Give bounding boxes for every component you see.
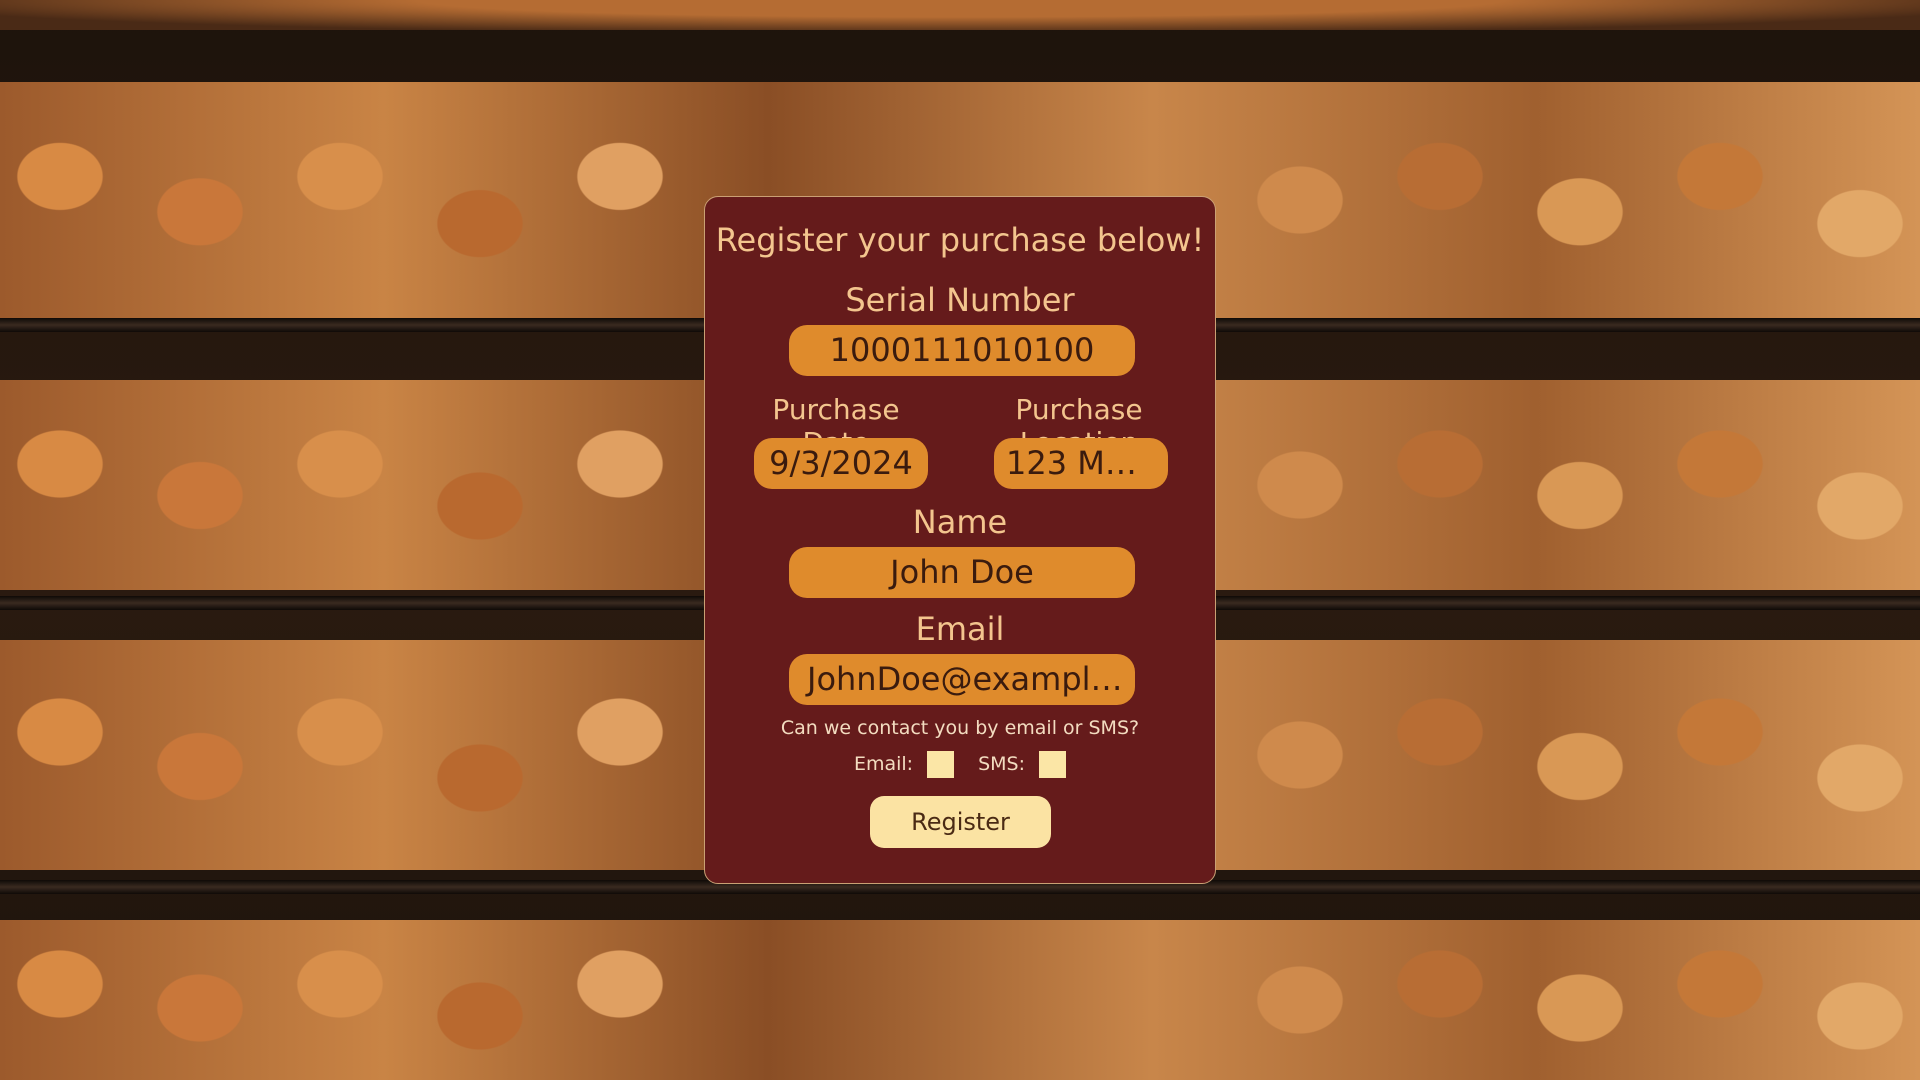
bread-shelf-4 xyxy=(0,920,1920,1080)
serial-number-input[interactable]: 1000111010100 xyxy=(789,325,1135,376)
name-label: Name xyxy=(912,503,1008,541)
name-input[interactable]: John Doe xyxy=(789,547,1135,598)
email-label: Email xyxy=(915,610,1005,648)
email-input[interactable]: JohnDoe@example... xyxy=(789,654,1135,705)
purchase-location-input[interactable]: 123 Mapl... xyxy=(994,438,1168,489)
register-button[interactable]: Register xyxy=(870,796,1051,848)
serial-number-label: Serial Number xyxy=(845,281,1075,319)
bread-loaves xyxy=(0,920,1920,1080)
sms-option-label: SMS: xyxy=(978,753,1026,775)
contact-question: Can we contact you by email or SMS? xyxy=(780,717,1140,739)
bread-shelf-top xyxy=(0,0,1920,30)
contact-options: Email: SMS: xyxy=(705,749,1215,779)
email-contact-checkbox[interactable] xyxy=(927,750,955,778)
email-option-label: Email: xyxy=(853,753,914,775)
sms-contact-checkbox[interactable] xyxy=(1039,750,1067,778)
purchase-date-input[interactable]: 9/3/2024 xyxy=(754,438,928,489)
form-title: Register your purchase below! xyxy=(715,221,1205,259)
registration-panel: Register your purchase below! Serial Num… xyxy=(704,196,1216,884)
